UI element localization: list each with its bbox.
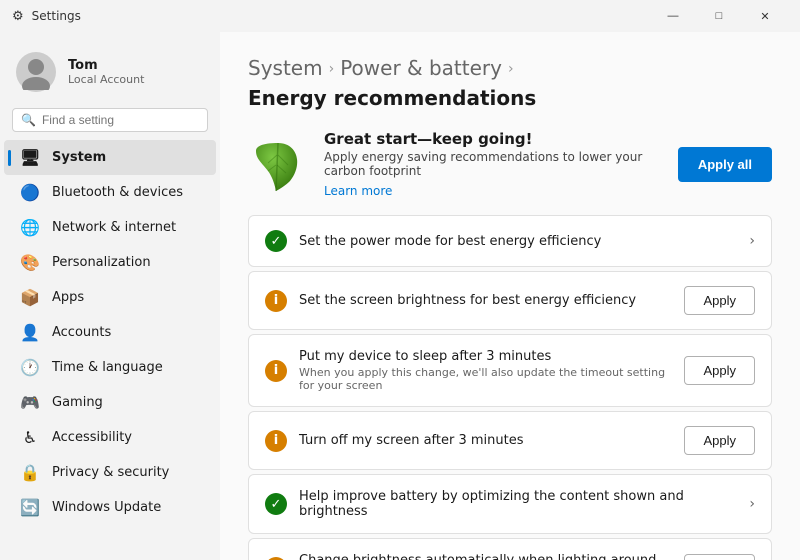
rec-item-sleep: i Put my device to sleep after 3 minutes W… <box>248 334 772 407</box>
energy-header-text: Great start—keep going! Apply energy sav… <box>324 130 662 199</box>
rec-item-power-mode: ✓ Set the power mode for best energy effi… <box>248 215 772 267</box>
search-input[interactable] <box>42 113 199 127</box>
app-container: Tom Local Account 🔍 🖥 System 🔵 Bluetooth & … <box>0 32 800 560</box>
nav-label-windows-update: Windows Update <box>52 500 161 515</box>
nav-icon-accounts: 👤 <box>20 323 40 342</box>
minimize-button[interactable]: — <box>650 0 696 32</box>
energy-header: Great start—keep going! Apply energy sav… <box>248 130 772 199</box>
apply-button-sleep[interactable]: Apply <box>684 356 755 385</box>
energy-header-desc: Apply energy saving recommendations to l… <box>324 150 662 178</box>
avatar <box>16 52 56 92</box>
nav-label-accounts: Accounts <box>52 325 111 340</box>
chevron-icon-power-mode: › <box>749 233 755 249</box>
rec-label-screen-off: Turn off my screen after 3 minutes <box>299 433 672 448</box>
breadcrumb: System › Power & battery › Energy recomm… <box>248 56 772 110</box>
nav-icon-privacy: 🔒 <box>20 463 40 482</box>
nav-icon-windows-update: 🔄 <box>20 498 40 517</box>
rec-text-power-mode: Set the power mode for best energy effic… <box>299 234 737 249</box>
nav-icon-time: 🕐 <box>20 358 40 377</box>
rec-item-screen-off: i Turn off my screen after 3 minutes Apply <box>248 411 772 470</box>
nav-label-privacy: Privacy & security <box>52 465 169 480</box>
energy-header-title: Great start—keep going! <box>324 130 662 148</box>
recommendations-list: ✓ Set the power mode for best energy effi… <box>248 215 772 560</box>
rec-text-battery-optimize: Help improve battery by optimizing the c… <box>299 489 737 519</box>
nav-icon-gaming: 🎮 <box>20 393 40 412</box>
user-name: Tom <box>68 58 144 73</box>
apply-all-button[interactable]: Apply all <box>678 147 772 182</box>
nav-label-time: Time & language <box>52 360 163 375</box>
main-content: System › Power & battery › Energy recomm… <box>220 32 800 560</box>
rec-label-power-mode: Set the power mode for best energy effic… <box>299 234 737 249</box>
rec-icon-power-mode: ✓ <box>265 230 287 252</box>
rec-icon-sleep: i <box>265 360 287 382</box>
apply-button-auto-brightness[interactable]: Apply <box>684 554 755 560</box>
rec-icon-screen-brightness: i <box>265 290 287 312</box>
nav-icon-bluetooth: 🔵 <box>20 183 40 202</box>
sidebar: Tom Local Account 🔍 🖥 System 🔵 Bluetooth & … <box>0 32 220 560</box>
title-bar: ⚙ Settings — □ ✕ <box>0 0 800 32</box>
nav-icon-accessibility: ♿ <box>20 428 40 447</box>
rec-label-auto-brightness: Change brightness automatically when lig… <box>299 553 672 560</box>
sidebar-item-system[interactable]: 🖥 System <box>4 140 216 175</box>
user-profile: Tom Local Account <box>0 40 220 108</box>
nav-label-network: Network & internet <box>52 220 176 235</box>
user-account-type: Local Account <box>68 73 144 86</box>
nav-label-apps: Apps <box>52 290 84 305</box>
nav-icon-system: 🖥 <box>20 148 40 167</box>
nav-icon-personalization: 🎨 <box>20 253 40 272</box>
title-bar-controls: — □ ✕ <box>650 0 788 32</box>
breadcrumb-sep-1: › <box>329 61 335 77</box>
rec-icon-screen-off: i <box>265 430 287 452</box>
rec-item-battery-optimize: ✓ Help improve battery by optimizing the … <box>248 474 772 534</box>
nav-label-system: System <box>52 150 106 165</box>
apply-button-screen-brightness[interactable]: Apply <box>684 286 755 315</box>
rec-icon-battery-optimize: ✓ <box>265 493 287 515</box>
rec-item-screen-brightness: i Set the screen brightness for best ener… <box>248 271 772 330</box>
rec-label-sleep: Put my device to sleep after 3 minutes <box>299 349 672 364</box>
learn-more-link[interactable]: Learn more <box>324 184 392 198</box>
sidebar-item-privacy[interactable]: 🔒 Privacy & security <box>4 455 216 490</box>
title-bar-left: ⚙ Settings <box>12 9 81 24</box>
maximize-button[interactable]: □ <box>696 0 742 32</box>
rec-text-screen-brightness: Set the screen brightness for best energ… <box>299 293 672 308</box>
nav-icon-apps: 📦 <box>20 288 40 307</box>
rec-text-screen-off: Turn off my screen after 3 minutes <box>299 433 672 448</box>
leaf-icon <box>248 135 308 195</box>
sidebar-item-windows-update[interactable]: 🔄 Windows Update <box>4 490 216 525</box>
sidebar-item-apps[interactable]: 📦 Apps <box>4 280 216 315</box>
nav-label-accessibility: Accessibility <box>52 430 132 445</box>
search-icon: 🔍 <box>21 113 36 127</box>
title-bar-title: Settings <box>32 9 81 23</box>
sidebar-item-network[interactable]: 🌐 Network & internet <box>4 210 216 245</box>
breadcrumb-sep-2: › <box>508 61 514 77</box>
sidebar-item-bluetooth[interactable]: 🔵 Bluetooth & devices <box>4 175 216 210</box>
rec-text-auto-brightness: Change brightness automatically when lig… <box>299 553 672 560</box>
apply-button-screen-off[interactable]: Apply <box>684 426 755 455</box>
nav-list: 🖥 System 🔵 Bluetooth & devices 🌐 Network & in… <box>0 140 220 525</box>
sidebar-item-accounts[interactable]: 👤 Accounts <box>4 315 216 350</box>
nav-label-personalization: Personalization <box>52 255 151 270</box>
rec-sublabel-sleep: When you apply this change, we'll also u… <box>299 366 672 392</box>
rec-label-screen-brightness: Set the screen brightness for best energ… <box>299 293 672 308</box>
breadcrumb-power[interactable]: Power & battery <box>340 56 502 80</box>
nav-label-gaming: Gaming <box>52 395 103 410</box>
chevron-icon-battery-optimize: › <box>749 496 755 512</box>
nav-icon-network: 🌐 <box>20 218 40 237</box>
rec-item-auto-brightness: iChange brightness automatically when li… <box>248 538 772 560</box>
sidebar-item-time[interactable]: 🕐 Time & language <box>4 350 216 385</box>
user-info: Tom Local Account <box>68 58 144 86</box>
sidebar-item-personalization[interactable]: 🎨 Personalization <box>4 245 216 280</box>
sidebar-item-gaming[interactable]: 🎮 Gaming <box>4 385 216 420</box>
rec-label-battery-optimize: Help improve battery by optimizing the c… <box>299 489 737 519</box>
settings-icon: ⚙ <box>12 9 24 24</box>
breadcrumb-current: Energy recommendations <box>248 86 536 110</box>
sidebar-item-accessibility[interactable]: ♿ Accessibility <box>4 420 216 455</box>
rec-text-sleep: Put my device to sleep after 3 minutes Wh… <box>299 349 672 392</box>
search-box[interactable]: 🔍 <box>12 108 208 132</box>
close-button[interactable]: ✕ <box>742 0 788 32</box>
breadcrumb-system[interactable]: System <box>248 56 323 80</box>
nav-label-bluetooth: Bluetooth & devices <box>52 185 183 200</box>
